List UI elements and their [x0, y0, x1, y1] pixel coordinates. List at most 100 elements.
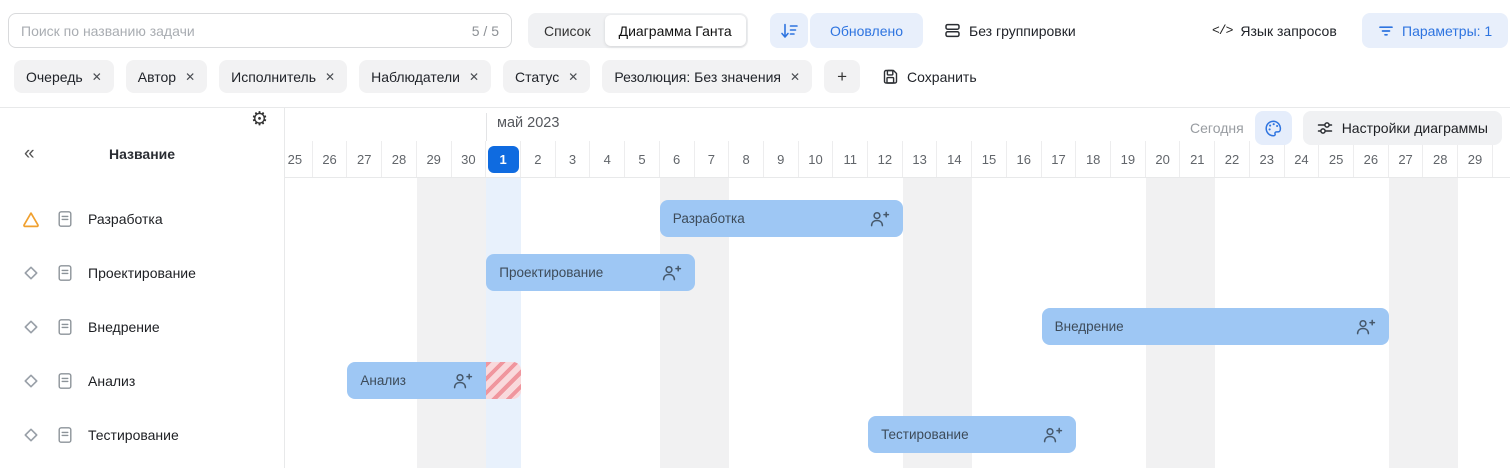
day-header-cell[interactable]: 8	[729, 141, 764, 177]
view-toggle: Список Диаграмма Ганта	[528, 13, 748, 48]
chip-remove-icon[interactable]: ✕	[790, 70, 800, 84]
filter-chip[interactable]: Резолюция: Без значения✕	[602, 60, 812, 93]
weekend-column-shading	[452, 178, 487, 468]
grouping-label: Без группировки	[969, 23, 1076, 39]
grouping-button[interactable]: Без группировки	[944, 13, 1076, 48]
filter-chip[interactable]: Автор ✕	[126, 60, 207, 93]
gantt-bar[interactable]: Разработка	[660, 200, 903, 237]
chip-remove-icon[interactable]: ✕	[92, 70, 102, 84]
day-header-cell[interactable]: 15	[972, 141, 1007, 177]
day-header-cell[interactable]: 5	[625, 141, 660, 177]
query-language-button[interactable]: </> Язык запросов	[1212, 13, 1337, 48]
name-column-header: Название	[0, 146, 284, 162]
day-header-cell[interactable]: 30	[452, 141, 487, 177]
day-header-cell[interactable]: 14	[937, 141, 972, 177]
weekend-column-shading	[1389, 178, 1424, 468]
day-header-cell[interactable]: 16	[1007, 141, 1042, 177]
day-header-cell[interactable]: 17	[1042, 141, 1077, 177]
document-icon	[57, 210, 73, 228]
add-assignee-icon[interactable]	[452, 372, 473, 389]
gantt-bar[interactable]: Тестирование	[868, 416, 1076, 453]
add-assignee-icon[interactable]	[869, 210, 890, 227]
chip-remove-icon[interactable]: ✕	[568, 70, 578, 84]
task-name[interactable]: Анализ	[88, 373, 135, 389]
warning-triangle-icon	[22, 210, 40, 228]
day-header-cell[interactable]: 1	[486, 141, 521, 177]
filter-chip[interactable]: Статус✕	[503, 60, 590, 93]
palette-icon	[1264, 119, 1283, 138]
day-header-cell[interactable]: 28	[1423, 141, 1458, 177]
filter-chip[interactable]: Наблюдатели✕	[359, 60, 491, 93]
day-header-cell[interactable]: 25	[285, 141, 313, 177]
today-label: Сегодня	[1190, 120, 1244, 136]
task-name[interactable]: Внедрение	[88, 319, 160, 335]
add-assignee-icon[interactable]	[1355, 318, 1376, 335]
day-header-cell[interactable]: 24	[1285, 141, 1320, 177]
day-header-cell[interactable]: 13	[903, 141, 938, 177]
task-name[interactable]: Проектирование	[88, 265, 196, 281]
filter-chip[interactable]: Очередь ✕	[14, 60, 114, 93]
task-row[interactable]: Анализ	[0, 354, 284, 408]
filter-chip-label: Очередь	[26, 69, 83, 85]
task-row[interactable]: Внедрение	[0, 300, 284, 354]
gantt-bar[interactable]: Внедрение	[1042, 308, 1389, 345]
day-header-cell[interactable]: 18	[1076, 141, 1111, 177]
day-header-cell[interactable]: 23	[1250, 141, 1285, 177]
document-icon	[57, 372, 73, 390]
day-header-cell[interactable]: 3	[556, 141, 591, 177]
filter-chip[interactable]: Исполнитель✕	[219, 60, 347, 93]
chart-settings-button[interactable]: Настройки диаграммы	[1303, 111, 1502, 145]
day-header-cell[interactable]: 26	[313, 141, 348, 177]
gantt-bar[interactable]: Анализ	[347, 362, 486, 399]
column-settings-gear-icon[interactable]: ⚙	[251, 110, 268, 129]
task-name[interactable]: Тестирование	[88, 427, 179, 443]
day-header-cell[interactable]: 20	[1146, 141, 1181, 177]
today-date-badge: 1	[488, 146, 519, 173]
timeline-area: май 2023 2526272829301234567891011121314…	[285, 108, 1510, 468]
gantt-bar[interactable]: Проектирование	[486, 254, 694, 291]
day-header-cell[interactable]: 2	[521, 141, 556, 177]
day-header-cell[interactable]: 25	[1319, 141, 1354, 177]
color-settings-button[interactable]	[1255, 111, 1292, 145]
gantt-bar-label: Разработка	[673, 211, 745, 226]
save-floppy-icon	[882, 68, 899, 85]
chip-remove-icon[interactable]: ✕	[325, 70, 335, 84]
filter-chip-label: Автор	[138, 69, 176, 85]
overdue-segment[interactable]	[486, 362, 521, 399]
day-header-cell[interactable]: 4	[590, 141, 625, 177]
day-header-cell[interactable]: 26	[1354, 141, 1389, 177]
day-header-cell[interactable]: 6	[660, 141, 695, 177]
code-icon: </>	[1212, 23, 1232, 38]
tab-list-view[interactable]: Список	[530, 15, 605, 46]
day-header-cell[interactable]: 28	[382, 141, 417, 177]
day-header-cell[interactable]: 29	[417, 141, 452, 177]
day-header-cell[interactable]: 29	[1458, 141, 1493, 177]
chip-remove-icon[interactable]: ✕	[185, 70, 195, 84]
day-header-cell[interactable]: 21	[1180, 141, 1215, 177]
day-header-cell[interactable]: 7	[695, 141, 730, 177]
tab-gantt-view[interactable]: Диаграмма Ганта	[605, 15, 746, 46]
day-header-cell[interactable]: 12	[868, 141, 903, 177]
task-row[interactable]: Проектирование	[0, 246, 284, 300]
updated-button[interactable]: Обновлено	[810, 13, 923, 48]
day-header-cell[interactable]: 19	[1111, 141, 1146, 177]
day-header-cell[interactable]: 11	[833, 141, 868, 177]
day-header-cell[interactable]: 9	[764, 141, 799, 177]
search-input[interactable]	[21, 23, 464, 39]
parameters-button[interactable]: Параметры: 1	[1362, 13, 1508, 48]
add-filter-button[interactable]: +	[824, 60, 860, 93]
add-assignee-icon[interactable]	[661, 264, 682, 281]
task-row[interactable]: Тестирование	[0, 408, 284, 462]
save-filters-button[interactable]: Сохранить	[882, 60, 977, 93]
add-assignee-icon[interactable]	[1042, 426, 1063, 443]
day-header-cell[interactable]: 27	[1389, 141, 1424, 177]
task-name[interactable]: Разработка	[88, 211, 163, 227]
chip-remove-icon[interactable]: ✕	[469, 70, 479, 84]
parameters-label: Параметры: 1	[1402, 23, 1492, 39]
task-row[interactable]: Разработка	[0, 192, 284, 246]
weekend-column-shading	[1423, 178, 1458, 468]
day-header-cell[interactable]: 22	[1215, 141, 1250, 177]
day-header-cell[interactable]: 10	[799, 141, 834, 177]
day-header-cell[interactable]: 27	[347, 141, 382, 177]
sort-button[interactable]	[770, 13, 808, 48]
